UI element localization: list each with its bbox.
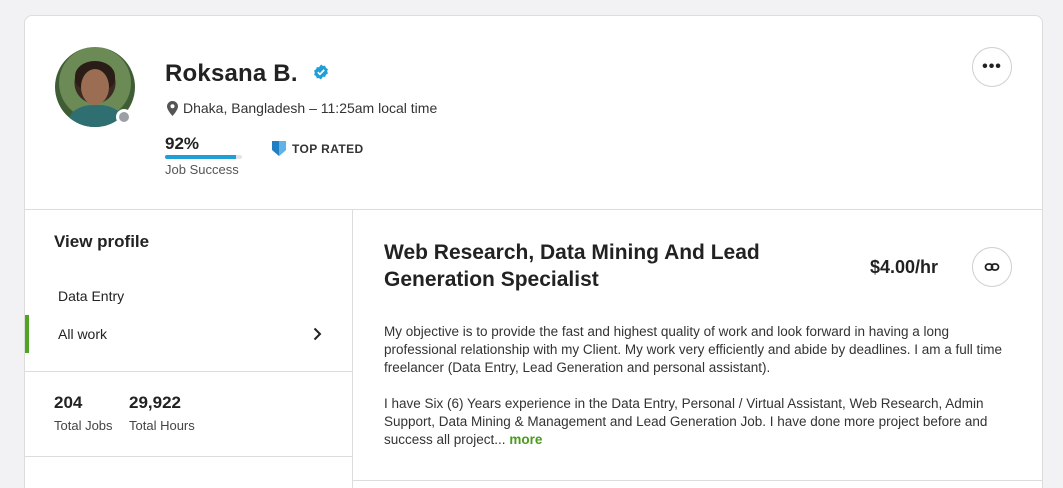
verified-icon <box>314 64 328 80</box>
overview-paragraph: My objective is to provide the fast and … <box>384 324 1003 375</box>
freelancer-name: Roksana B. <box>165 60 298 87</box>
more-link[interactable]: more <box>509 432 542 447</box>
copy-link-button[interactable] <box>972 247 1012 287</box>
status-indicator <box>116 109 132 125</box>
job-success-bar <box>165 155 242 159</box>
total-hours-label: Total Hours <box>129 418 195 433</box>
sidebar-item-label: All work <box>58 326 108 342</box>
divider <box>25 371 352 372</box>
top-rated-shield-icon <box>272 141 286 156</box>
link-icon <box>984 263 1000 271</box>
more-options-button[interactable]: ••• <box>972 47 1012 87</box>
overview-paragraph-2: I have Six (6) Years experience in the D… <box>384 396 988 447</box>
sidebar-item-label: Data Entry <box>58 288 125 304</box>
sidebar-item-all-work[interactable]: All work <box>25 315 352 353</box>
location-text: Dhaka, Bangladesh – 11:25am local time <box>183 100 438 116</box>
profile-title: Web Research, Data Mining And Lead Gener… <box>384 241 760 291</box>
job-success-fill <box>165 155 236 159</box>
sidebar-item-data-entry[interactable]: Data Entry <box>25 277 352 315</box>
total-jobs-label: Total Jobs <box>54 418 113 433</box>
profile-sidebar: View profile Data Entry All work 204 Tot… <box>25 210 353 488</box>
top-rated-label: TOP RATED <box>292 141 364 156</box>
profile-overview: My objective is to provide the fast and … <box>384 323 1014 467</box>
view-profile-heading: View profile <box>54 232 150 251</box>
chevron-right-icon <box>313 327 322 341</box>
total-jobs-value: 204 <box>54 393 83 412</box>
top-rated-badge: TOP RATED <box>272 141 364 156</box>
total-hours-value: 29,922 <box>129 393 181 412</box>
location-pin-icon <box>167 100 178 116</box>
profile-card: Roksana B. Dhaka, Bangladesh – 11:25am l… <box>24 15 1043 488</box>
profile-header: Roksana B. Dhaka, Bangladesh – 11:25am l… <box>25 16 1042 210</box>
hourly-rate: $4.00/hr <box>870 257 939 277</box>
profile-main: Web Research, Data Mining And Lead Gener… <box>353 210 1042 488</box>
location: Dhaka, Bangladesh – 11:25am local time <box>167 100 437 116</box>
divider <box>353 480 1042 481</box>
divider <box>25 456 352 457</box>
job-success-percent: 92% <box>165 134 200 153</box>
job-success-label: Job Success <box>165 162 239 177</box>
